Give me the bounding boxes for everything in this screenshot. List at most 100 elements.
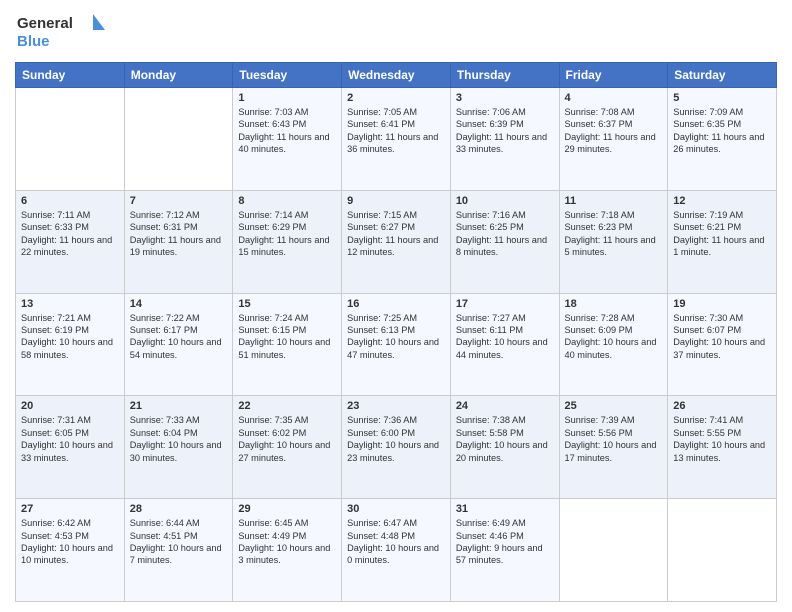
cell-info: Sunrise: 7:25 AM Sunset: 6:13 PM Dayligh… xyxy=(347,312,445,362)
cell-info: Sunrise: 7:28 AM Sunset: 6:09 PM Dayligh… xyxy=(565,312,663,362)
svg-text:Blue: Blue xyxy=(17,33,50,50)
calendar-cell: 2 Sunrise: 7:05 AM Sunset: 6:41 PM Daylig… xyxy=(342,88,451,191)
page-header: General Blue xyxy=(15,10,777,54)
calendar-week-row: 20 Sunrise: 7:31 AM Sunset: 6:05 PM Dayli… xyxy=(16,396,777,499)
day-number: 1 xyxy=(238,92,336,104)
day-number: 22 xyxy=(238,400,336,412)
cell-info: Sunrise: 7:30 AM Sunset: 6:07 PM Dayligh… xyxy=(673,312,771,362)
day-number: 9 xyxy=(347,195,445,207)
cell-info: Sunrise: 7:39 AM Sunset: 5:56 PM Dayligh… xyxy=(565,414,663,464)
day-number: 7 xyxy=(130,195,228,207)
cell-info: Sunrise: 7:09 AM Sunset: 6:35 PM Dayligh… xyxy=(673,106,771,156)
calendar-cell: 27 Sunrise: 6:42 AM Sunset: 4:53 PM Dayli… xyxy=(16,499,125,602)
day-header-monday: Monday xyxy=(124,63,233,88)
calendar-cell: 26 Sunrise: 7:41 AM Sunset: 5:55 PM Dayli… xyxy=(668,396,777,499)
calendar-cell: 8 Sunrise: 7:14 AM Sunset: 6:29 PM Daylig… xyxy=(233,190,342,293)
day-number: 5 xyxy=(673,92,771,104)
calendar-cell: 1 Sunrise: 7:03 AM Sunset: 6:43 PM Daylig… xyxy=(233,88,342,191)
cell-info: Sunrise: 6:49 AM Sunset: 4:46 PM Dayligh… xyxy=(456,517,554,567)
day-number: 18 xyxy=(565,298,663,310)
calendar-cell: 11Sunrise: 7:18 AM Sunset: 6:23 PM Dayli… xyxy=(559,190,668,293)
calendar-cell: 29 Sunrise: 6:45 AM Sunset: 4:49 PM Dayli… xyxy=(233,499,342,602)
calendar-week-row: 13 Sunrise: 7:21 AM Sunset: 6:19 PM Dayli… xyxy=(16,293,777,396)
cell-info: Sunrise: 7:22 AM Sunset: 6:17 PM Dayligh… xyxy=(130,312,228,362)
day-number: 19 xyxy=(673,298,771,310)
calendar-cell: 31 Sunrise: 6:49 AM Sunset: 4:46 PM Dayli… xyxy=(450,499,559,602)
cell-info: Sunrise: 7:33 AM Sunset: 6:04 PM Dayligh… xyxy=(130,414,228,464)
calendar-table: SundayMondayTuesdayWednesdayThursdayFrid… xyxy=(15,62,777,602)
day-header-sunday: Sunday xyxy=(16,63,125,88)
calendar-cell xyxy=(16,88,125,191)
calendar-week-row: 6Sunrise: 7:11 AM Sunset: 6:33 PM Daylig… xyxy=(16,190,777,293)
cell-info: Sunrise: 6:47 AM Sunset: 4:48 PM Dayligh… xyxy=(347,517,445,567)
day-number: 15 xyxy=(238,298,336,310)
cell-info: Sunrise: 7:21 AM Sunset: 6:19 PM Dayligh… xyxy=(21,312,119,362)
calendar-cell xyxy=(559,499,668,602)
calendar-cell: 18 Sunrise: 7:28 AM Sunset: 6:09 PM Dayli… xyxy=(559,293,668,396)
calendar-cell: 15Sunrise: 7:24 AM Sunset: 6:15 PM Dayli… xyxy=(233,293,342,396)
calendar-week-row: 1 Sunrise: 7:03 AM Sunset: 6:43 PM Daylig… xyxy=(16,88,777,191)
day-number: 30 xyxy=(347,503,445,515)
day-number: 11 xyxy=(565,195,663,207)
day-number: 10 xyxy=(456,195,554,207)
day-number: 13 xyxy=(21,298,119,310)
day-header-saturday: Saturday xyxy=(668,63,777,88)
calendar-cell: 7Sunrise: 7:12 AM Sunset: 6:31 PM Daylig… xyxy=(124,190,233,293)
day-number: 6 xyxy=(21,195,119,207)
calendar-cell: 28Sunrise: 6:44 AM Sunset: 4:51 PM Dayli… xyxy=(124,499,233,602)
calendar-cell: 30 Sunrise: 6:47 AM Sunset: 4:48 PM Dayli… xyxy=(342,499,451,602)
cell-info: Sunrise: 7:15 AM Sunset: 6:27 PM Dayligh… xyxy=(347,209,445,259)
cell-info: Sunrise: 7:14 AM Sunset: 6:29 PM Dayligh… xyxy=(238,209,336,259)
calendar-cell: 19 Sunrise: 7:30 AM Sunset: 6:07 PM Dayli… xyxy=(668,293,777,396)
cell-info: Sunrise: 7:27 AM Sunset: 6:11 PM Dayligh… xyxy=(456,312,554,362)
calendar-cell xyxy=(668,499,777,602)
day-header-friday: Friday xyxy=(559,63,668,88)
day-header-thursday: Thursday xyxy=(450,63,559,88)
day-number: 2 xyxy=(347,92,445,104)
calendar-cell: 17Sunrise: 7:27 AM Sunset: 6:11 PM Dayli… xyxy=(450,293,559,396)
cell-info: Sunrise: 7:08 AM Sunset: 6:37 PM Dayligh… xyxy=(565,106,663,156)
cell-info: Sunrise: 7:19 AM Sunset: 6:21 PM Dayligh… xyxy=(673,209,771,259)
logo-svg: General Blue xyxy=(15,10,115,54)
calendar-cell: 9 Sunrise: 7:15 AM Sunset: 6:27 PM Daylig… xyxy=(342,190,451,293)
day-number: 29 xyxy=(238,503,336,515)
svg-text:General: General xyxy=(17,15,73,32)
day-number: 14 xyxy=(130,298,228,310)
cell-info: Sunrise: 7:05 AM Sunset: 6:41 PM Dayligh… xyxy=(347,106,445,156)
calendar-cell: 14 Sunrise: 7:22 AM Sunset: 6:17 PM Dayli… xyxy=(124,293,233,396)
calendar-cell: 12 Sunrise: 7:19 AM Sunset: 6:21 PM Dayli… xyxy=(668,190,777,293)
logo: General Blue xyxy=(15,10,115,54)
calendar-cell: 20 Sunrise: 7:31 AM Sunset: 6:05 PM Dayli… xyxy=(16,396,125,499)
cell-info: Sunrise: 7:03 AM Sunset: 6:43 PM Dayligh… xyxy=(238,106,336,156)
cell-info: Sunrise: 6:42 AM Sunset: 4:53 PM Dayligh… xyxy=(21,517,119,567)
calendar-cell: 10 Sunrise: 7:16 AM Sunset: 6:25 PM Dayli… xyxy=(450,190,559,293)
cell-info: Sunrise: 7:36 AM Sunset: 6:00 PM Dayligh… xyxy=(347,414,445,464)
day-number: 20 xyxy=(21,400,119,412)
cell-info: Sunrise: 7:38 AM Sunset: 5:58 PM Dayligh… xyxy=(456,414,554,464)
calendar-cell: 5 Sunrise: 7:09 AM Sunset: 6:35 PM Daylig… xyxy=(668,88,777,191)
cell-info: Sunrise: 7:35 AM Sunset: 6:02 PM Dayligh… xyxy=(238,414,336,464)
cell-info: Sunrise: 7:41 AM Sunset: 5:55 PM Dayligh… xyxy=(673,414,771,464)
cell-info: Sunrise: 7:31 AM Sunset: 6:05 PM Dayligh… xyxy=(21,414,119,464)
day-number: 16 xyxy=(347,298,445,310)
day-number: 3 xyxy=(456,92,554,104)
day-number: 12 xyxy=(673,195,771,207)
day-number: 25 xyxy=(565,400,663,412)
day-number: 24 xyxy=(456,400,554,412)
calendar-cell: 23Sunrise: 7:36 AM Sunset: 6:00 PM Dayli… xyxy=(342,396,451,499)
day-number: 4 xyxy=(565,92,663,104)
day-number: 27 xyxy=(21,503,119,515)
calendar-cell: 16 Sunrise: 7:25 AM Sunset: 6:13 PM Dayli… xyxy=(342,293,451,396)
day-number: 31 xyxy=(456,503,554,515)
cell-info: Sunrise: 6:45 AM Sunset: 4:49 PM Dayligh… xyxy=(238,517,336,567)
cell-info: Sunrise: 7:16 AM Sunset: 6:25 PM Dayligh… xyxy=(456,209,554,259)
cell-info: Sunrise: 7:06 AM Sunset: 6:39 PM Dayligh… xyxy=(456,106,554,156)
calendar-cell: 13 Sunrise: 7:21 AM Sunset: 6:19 PM Dayli… xyxy=(16,293,125,396)
calendar-cell: 4 Sunrise: 7:08 AM Sunset: 6:37 PM Daylig… xyxy=(559,88,668,191)
cell-info: Sunrise: 6:44 AM Sunset: 4:51 PM Dayligh… xyxy=(130,517,228,567)
calendar-cell: 25 Sunrise: 7:39 AM Sunset: 5:56 PM Dayli… xyxy=(559,396,668,499)
day-number: 26 xyxy=(673,400,771,412)
day-number: 8 xyxy=(238,195,336,207)
calendar-cell: 6Sunrise: 7:11 AM Sunset: 6:33 PM Daylig… xyxy=(16,190,125,293)
day-header-wednesday: Wednesday xyxy=(342,63,451,88)
